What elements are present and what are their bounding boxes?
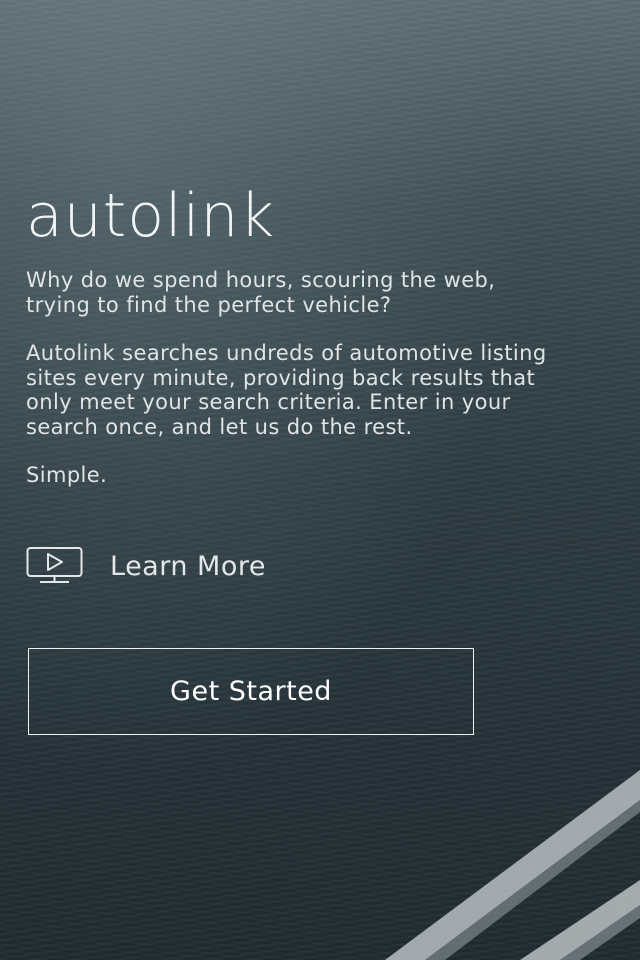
intro-tagline: Simple. (26, 463, 108, 487)
intro-description: Autolink searches undreds of automotive … (26, 341, 547, 439)
intro-section: autolink Why do we spend hours, scouring… (26, 180, 606, 488)
get-started-button[interactable]: Get Started (28, 648, 474, 735)
intro-question: Why do we spend hours, scouring the web,… (26, 268, 496, 317)
tv-play-icon (26, 547, 83, 583)
learn-more-label: Learn More (110, 550, 266, 582)
app-logo: autolink (26, 181, 276, 251)
learn-more-link[interactable]: Learn More (26, 544, 266, 588)
